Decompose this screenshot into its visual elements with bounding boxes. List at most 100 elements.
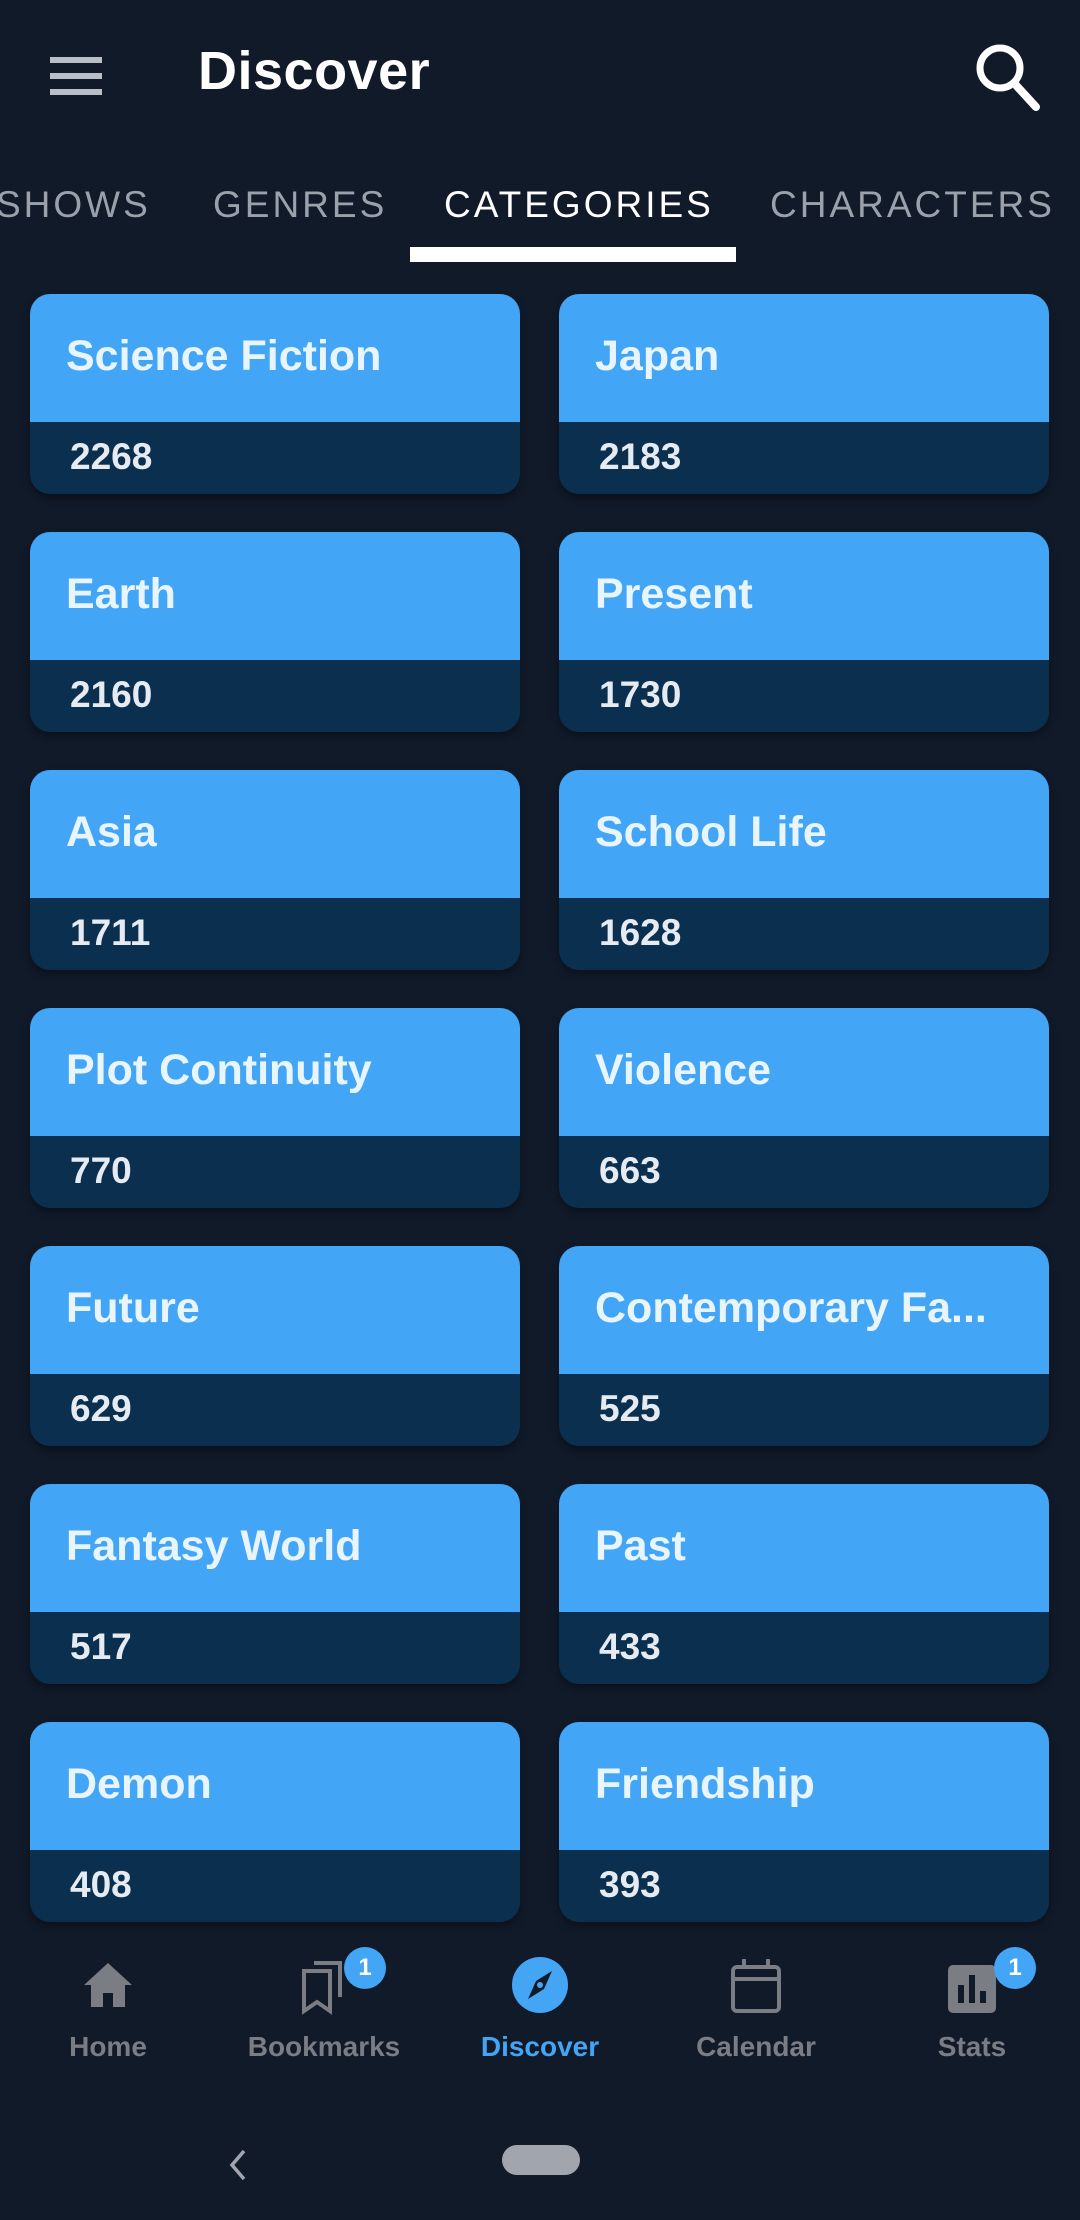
- category-count: 663: [599, 1150, 661, 1191]
- category-count: 1730: [599, 674, 682, 715]
- category-card[interactable]: Contemporary Fa... 525: [559, 1246, 1049, 1446]
- category-count: 770: [70, 1150, 132, 1191]
- category-count: 433: [599, 1626, 661, 1667]
- category-count: 393: [599, 1864, 661, 1905]
- category-card[interactable]: Science Fiction 2268: [30, 294, 520, 494]
- category-card-header: Asia: [30, 770, 520, 898]
- category-card-footer: 2183: [559, 422, 1049, 494]
- tab-characters[interactable]: CHARACTERS: [770, 184, 1055, 226]
- category-card-header: Earth: [30, 532, 520, 660]
- active-tab-indicator: [410, 247, 736, 262]
- category-name: Science Fiction: [66, 332, 382, 380]
- tab-bar: SHOWS GENRES CATEGORIES CHARACTERS: [0, 170, 1080, 266]
- stats-icon: [948, 1965, 996, 2013]
- category-count: 525: [599, 1388, 661, 1429]
- category-card-footer: 1711: [30, 898, 520, 970]
- nav-label: Bookmarks: [247, 2031, 401, 2062]
- category-card-header: Present: [559, 532, 1049, 660]
- tab-genres[interactable]: GENRES: [213, 184, 387, 226]
- category-card-footer: 2268: [30, 422, 520, 494]
- category-name: Future: [66, 1284, 200, 1332]
- category-count: 408: [70, 1864, 132, 1905]
- category-card-footer: 525: [559, 1374, 1049, 1446]
- category-card-header: Science Fiction: [30, 294, 520, 422]
- category-count: 1628: [599, 912, 682, 953]
- tab-categories[interactable]: CATEGORIES: [444, 184, 714, 226]
- category-name: Plot Continuity: [66, 1046, 372, 1094]
- category-card[interactable]: Past 433: [559, 1484, 1049, 1684]
- app-root: Discover SHOWS GENRES CATEGORIES CHARACT…: [0, 0, 1080, 2220]
- system-navigation-bar: [0, 2085, 1080, 2220]
- category-card-header: Past: [559, 1484, 1049, 1612]
- category-card-footer: 2160: [30, 660, 520, 732]
- category-card[interactable]: Friendship 393: [559, 1722, 1049, 1922]
- nav-item-stats[interactable]: 1 Stats: [864, 1935, 1080, 2085]
- home-icon: [84, 1963, 132, 2007]
- search-icon[interactable]: [968, 36, 1048, 116]
- hamburger-menu-icon[interactable]: [38, 44, 118, 108]
- category-name: Past: [595, 1522, 686, 1570]
- nav-label: Stats: [937, 2031, 1007, 2062]
- category-card[interactable]: Japan 2183: [559, 294, 1049, 494]
- page-title: Discover: [198, 41, 431, 101]
- category-name: Japan: [595, 332, 720, 380]
- category-name: Fantasy World: [66, 1522, 362, 1570]
- category-name: Friendship: [595, 1760, 815, 1808]
- category-name: Contemporary Fa...: [595, 1284, 987, 1332]
- category-card-header: Violence: [559, 1008, 1049, 1136]
- bottom-navigation: Home 1 Bookmarks Discover Calendar 1 Sta…: [0, 1935, 1080, 2085]
- category-name: Earth: [66, 570, 176, 618]
- category-card[interactable]: Demon 408: [30, 1722, 520, 1922]
- nav-item-bookmarks[interactable]: 1 Bookmarks: [216, 1935, 432, 2085]
- category-card-footer: 393: [559, 1850, 1049, 1922]
- category-card[interactable]: Earth 2160: [30, 532, 520, 732]
- category-name: School Life: [595, 808, 827, 856]
- top-app-bar: Discover: [0, 0, 1080, 150]
- category-card[interactable]: Present 1730: [559, 532, 1049, 732]
- category-card-header: Contemporary Fa...: [559, 1246, 1049, 1374]
- nav-label: Calendar: [696, 2031, 816, 2062]
- category-card-header: Japan: [559, 294, 1049, 422]
- category-count: 629: [70, 1388, 132, 1429]
- category-count: 2268: [70, 436, 153, 477]
- category-name: Asia: [66, 808, 157, 856]
- category-card-footer: 1628: [559, 898, 1049, 970]
- category-count: 2183: [599, 436, 682, 477]
- category-card[interactable]: Violence 663: [559, 1008, 1049, 1208]
- calendar-icon: [731, 1959, 781, 2013]
- category-card[interactable]: Fantasy World 517: [30, 1484, 520, 1684]
- system-back-icon[interactable]: [222, 2145, 252, 2185]
- category-card[interactable]: Plot Continuity 770: [30, 1008, 520, 1208]
- category-card-header: School Life: [559, 770, 1049, 898]
- category-count: 517: [70, 1626, 132, 1667]
- compass-icon: [512, 1957, 568, 2013]
- category-name: Demon: [66, 1760, 212, 1808]
- category-count: 2160: [70, 674, 153, 715]
- system-home-pill[interactable]: [502, 2145, 580, 2175]
- nav-item-home[interactable]: Home: [0, 1935, 216, 2085]
- category-card-header: Plot Continuity: [30, 1008, 520, 1136]
- category-name: Violence: [595, 1046, 772, 1094]
- nav-item-calendar[interactable]: Calendar: [648, 1935, 864, 2085]
- category-count: 1711: [70, 912, 151, 953]
- notification-badge: 1: [994, 1947, 1036, 1989]
- category-card-footer: 770: [30, 1136, 520, 1208]
- category-name: Present: [595, 570, 753, 618]
- category-card-header: Friendship: [559, 1722, 1049, 1850]
- category-card-header: Future: [30, 1246, 520, 1374]
- category-card-footer: 408: [30, 1850, 520, 1922]
- category-card-footer: 1730: [559, 660, 1049, 732]
- nav-label: Discover: [480, 2031, 600, 2062]
- category-card[interactable]: Asia 1711: [30, 770, 520, 970]
- category-card-footer: 629: [30, 1374, 520, 1446]
- nav-label: Home: [69, 2031, 147, 2062]
- category-card[interactable]: School Life 1628: [559, 770, 1049, 970]
- category-card-footer: 517: [30, 1612, 520, 1684]
- category-card-footer: 663: [559, 1136, 1049, 1208]
- tab-shows[interactable]: SHOWS: [0, 184, 151, 226]
- category-card-footer: 433: [559, 1612, 1049, 1684]
- category-card-header: Fantasy World: [30, 1484, 520, 1612]
- notification-badge: 1: [344, 1947, 386, 1989]
- category-card[interactable]: Future 629: [30, 1246, 520, 1446]
- nav-item-discover[interactable]: Discover: [432, 1935, 648, 2085]
